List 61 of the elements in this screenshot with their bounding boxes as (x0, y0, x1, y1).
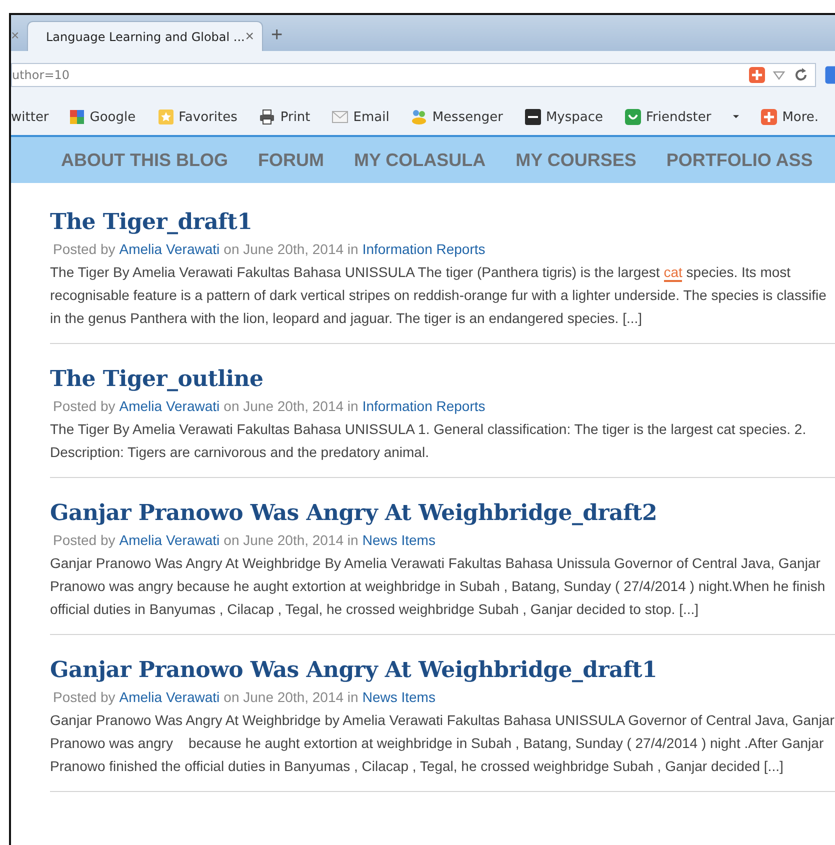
meta-text: Posted by (53, 241, 116, 257)
author-link[interactable]: Amelia Verawati (119, 241, 220, 257)
bookmark-item[interactable]: witter (11, 110, 49, 124)
nav-link[interactable]: PORTFOLIO ASS (666, 150, 813, 170)
bookmark-item[interactable]: Friendster (624, 109, 712, 125)
address-field[interactable]: uthor=10 (11, 63, 816, 87)
nav-link[interactable]: ABOUT THIS BLOG (61, 150, 228, 170)
excerpt-line: Ganjar Pranowo Was Angry At Weighbridge by Amelia Verawati Fakultas Bahasa UNISSULA Governor of Central Java, Ganjar (50, 711, 835, 730)
nav-link[interactable]: MY COLASULA (354, 150, 486, 170)
reload-icon[interactable] (793, 67, 809, 83)
meta-text: on June 20th, 2014 in (224, 689, 358, 705)
category-link[interactable]: Information Reports (362, 241, 486, 257)
post-title[interactable]: The Tiger_draft1 (50, 209, 252, 235)
excerpt-line: recognisable feature is a pattern of dark vertical stripes on reddish-orange fur with a lighter underside. The species is classifie (50, 286, 828, 305)
meta-text: Posted by (53, 398, 116, 414)
nav-link[interactable]: FORUM (258, 150, 324, 170)
excerpt-line: Pranowo was angry because he aught extortion at weighbridge in Subah , Batang, Sunday ( 27/4/2014 ) night .After Ganjar (50, 734, 825, 753)
bookmark-item[interactable] (733, 114, 740, 120)
tab-title: Language Learning and Global ... (46, 30, 245, 44)
tab-close-button[interactable]: × (245, 28, 254, 45)
category-link[interactable]: Information Reports (362, 398, 486, 414)
browser-tab[interactable]: Language Learning and Global ...× (27, 21, 263, 51)
meta-text: on June 20th, 2014 in (224, 532, 358, 548)
excerpt-line: Description: Tigers are carnivorous and the predatory animal. (50, 443, 430, 462)
excerpt-line: Pranowo finished the official duties in Banyumas , Cilacap , Tegal, he crossed weighbridge Subah , Ganjar decided [...] (50, 757, 784, 776)
bookmark-item[interactable]: Myspace (524, 109, 603, 125)
meta-text: Posted by (53, 532, 116, 548)
excerpt-line: official duties in Banyumas , Cilacap , Tegal, he crossed weighbridge Subah , Ganjar decided to stop. [...] (50, 600, 700, 619)
plus-icon (761, 109, 778, 125)
plus-icon[interactable] (749, 67, 765, 83)
bookmark-item[interactable]: Favorites (158, 109, 238, 125)
excerpt-line: The Tiger By Amelia Verawati Fakultas Bahasa UNISSULA The tiger (Panthera tigris) is the largest cat species. Its most (50, 263, 792, 284)
bookmark-item[interactable]: Email (332, 109, 390, 125)
post-title[interactable]: The Tiger_outline (50, 366, 264, 392)
author-link[interactable]: Amelia Verawati (119, 689, 220, 705)
meta-text: on June 20th, 2014 in (224, 241, 358, 257)
new-tab-button[interactable]: + (271, 24, 283, 46)
nav-link[interactable]: MY COURSES (516, 150, 636, 170)
excerpt-line: Ganjar Pranowo Was Angry At Weighbridge By Amelia Verawati Fakultas Bahasa Unissula Governor of Central Java, Ganjar (50, 554, 822, 573)
excerpt-line: in the genus Panthera with the lion, leopard and jaguar. The tiger is an endangered species. [...] (50, 309, 644, 328)
author-link[interactable]: Amelia Verawati (119, 532, 220, 548)
bookmark-item[interactable]: More. (761, 109, 819, 125)
author-link[interactable]: Amelia Verawati (119, 398, 220, 414)
bookmark-item[interactable]: Google (68, 109, 136, 125)
post-title[interactable]: Ganjar Pranowo Was Angry At Weighbridge_draft1 (50, 657, 658, 683)
meta-text: on June 20th, 2014 in (224, 398, 358, 414)
google-icon (68, 109, 85, 125)
caret-icon (733, 114, 740, 120)
bookmark-item[interactable]: Messenger (411, 109, 503, 125)
excerpt-line: Pranowo was angry because he aught extortion at weighbridge in Subah , Batang, Sunday ( 27/4/2014 ) night.When he finish (50, 577, 826, 596)
excerpt-line: The Tiger By Amelia Verawati Fakultas Bahasa UNISSULA 1. General classification: The tiger is the largest cat species. 2. (50, 420, 808, 439)
printer-icon (259, 109, 276, 125)
category-link[interactable]: News Items (362, 689, 436, 705)
smile-icon (624, 109, 641, 125)
people-icon (411, 109, 428, 125)
category-link[interactable]: News Items (362, 532, 436, 548)
post-title[interactable]: Ganjar Pranowo Was Angry At Weighbridge_draft2 (50, 500, 658, 526)
envelope-icon (332, 109, 348, 125)
inline-link[interactable]: cat (664, 264, 682, 282)
bookmark-item[interactable]: Print (259, 109, 310, 125)
meta-text: Posted by (53, 689, 116, 705)
